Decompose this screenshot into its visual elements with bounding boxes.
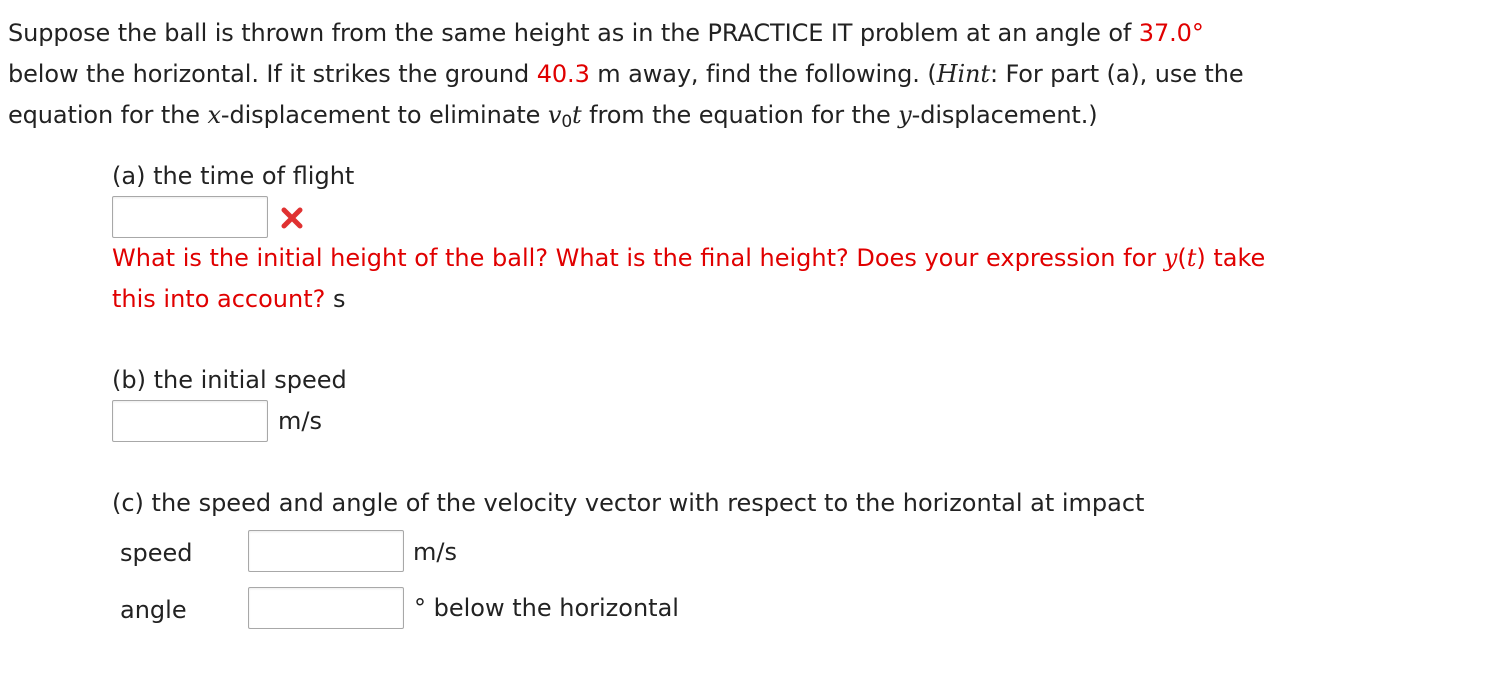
part-c-label: (c) the speed and angle of the velocity … (112, 489, 1145, 517)
hint-paren-close: ) (1196, 244, 1206, 272)
problem-line-2: below the horizontal. If it strikes the … (8, 54, 1488, 95)
incorrect-x-icon (281, 207, 303, 229)
hint-t-variable: t (1186, 244, 1197, 272)
problem-text: from the equation for the (581, 101, 899, 129)
part-b-unit: m/s (278, 407, 322, 435)
hint-text: this into account? (112, 285, 326, 313)
problem-line-1: Suppose the ball is thrown from the same… (8, 13, 1488, 54)
problem-text: -displacement.) (911, 101, 1098, 129)
part-a-time-input[interactable] (112, 196, 268, 238)
problem-text: Suppose the ball is thrown from the same… (8, 19, 1139, 47)
x-variable: x (207, 101, 221, 129)
problem-text: below the horizontal. If it strikes the … (8, 60, 537, 88)
v-subscript: 0 (561, 112, 573, 132)
hint-word: Hint (936, 60, 990, 88)
distance-value: 40.3 (536, 60, 590, 88)
hint-y-variable: y (1163, 244, 1178, 272)
problem-text: -displacement to eliminate (220, 101, 548, 129)
part-a-feedback-hint: What is the initial height of the ball? … (112, 238, 1402, 320)
part-a-label: (a) the time of flight (112, 162, 355, 190)
part-a-unit: s (333, 285, 346, 313)
hint-text: take (1205, 244, 1266, 272)
hint-text: What is the initial height of the ball? … (112, 244, 1164, 272)
problem-line-3: equation for the x-displacement to elimi… (8, 95, 1488, 143)
part-c-speed-input[interactable] (248, 530, 404, 572)
speed-label: speed (120, 539, 193, 567)
hint-paren-open: ( (1177, 244, 1187, 272)
problem-statement: Suppose the ball is thrown from the same… (8, 13, 1488, 143)
angle-value: 37.0° (1138, 19, 1204, 47)
problem-text: : For part (a), use the (989, 60, 1244, 88)
part-c-angle-input[interactable] (248, 587, 404, 629)
part-c-speed-unit: m/s (413, 538, 457, 566)
problem-text: m away, find the following. ( (589, 60, 937, 88)
part-b-speed-input[interactable] (112, 400, 268, 442)
hint-line-1: What is the initial height of the ball? … (112, 238, 1402, 279)
hint-line-2: this into account? s (112, 279, 1402, 320)
angle-label: angle (120, 596, 187, 624)
problem-text: equation for the (8, 101, 208, 129)
y-variable: y (898, 101, 912, 129)
part-b-label: (b) the initial speed (112, 366, 347, 394)
part-c-angle-unit: ° below the horizontal (414, 594, 679, 622)
v-variable: v (547, 101, 562, 129)
t-variable: t (572, 101, 582, 129)
